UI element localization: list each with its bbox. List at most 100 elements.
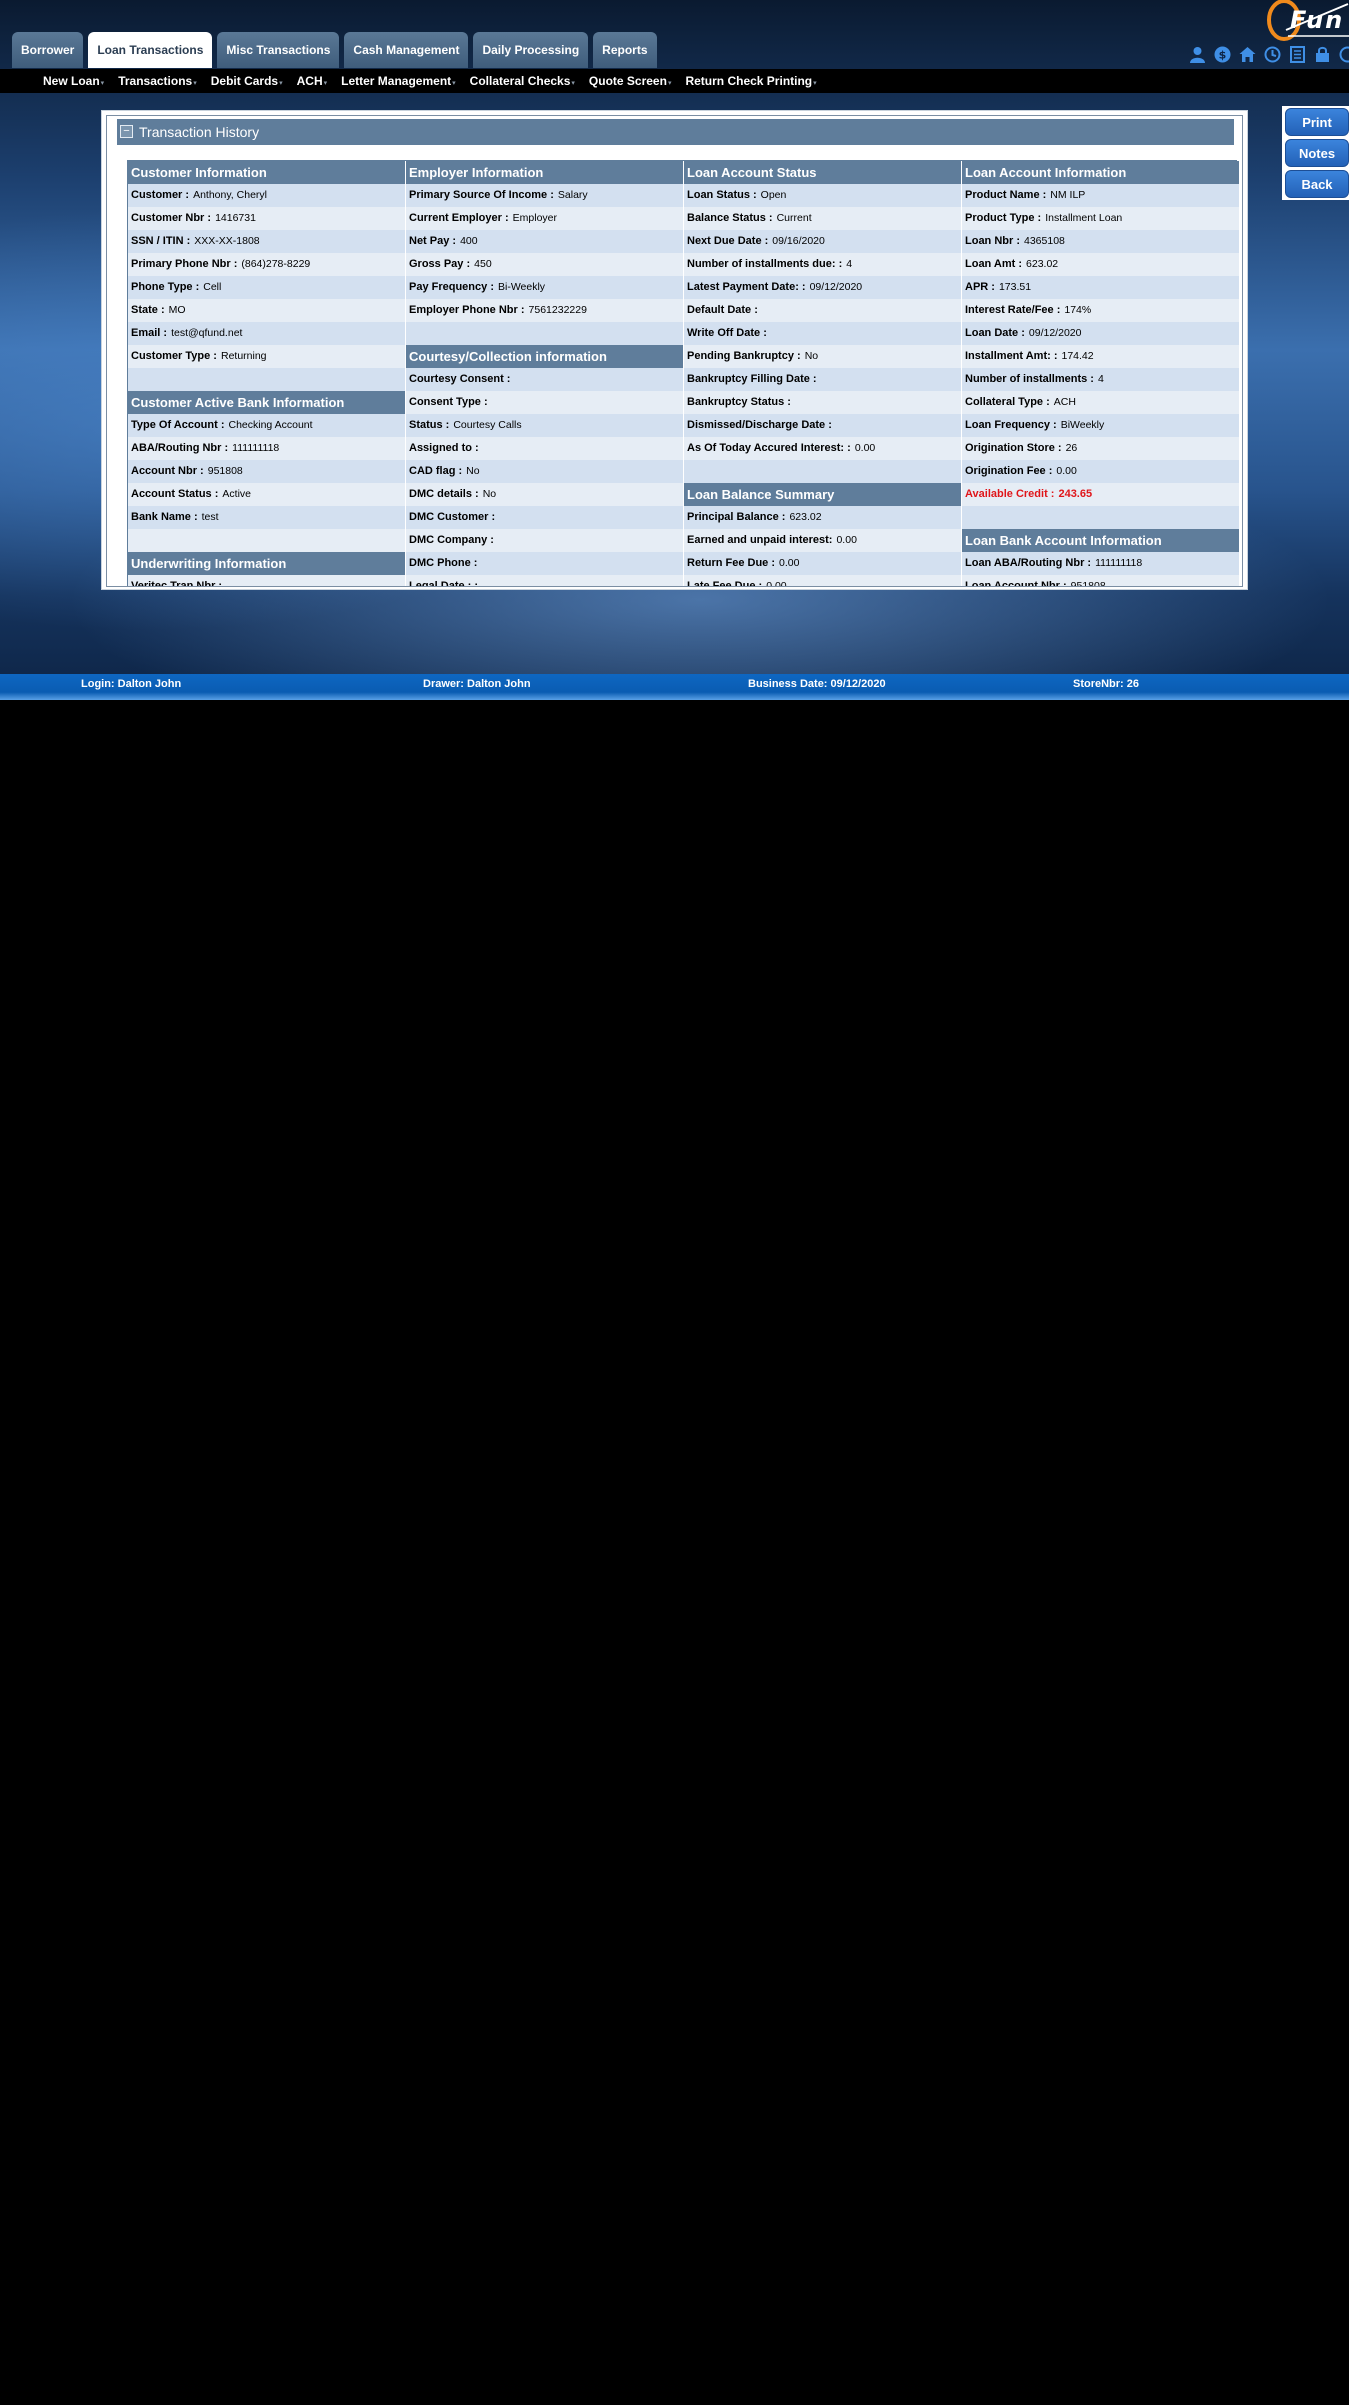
field-label: Account Status :	[131, 488, 219, 500]
field-value: test	[201, 511, 219, 523]
info-row: Loan Date :09/12/2020	[962, 322, 1239, 345]
field-value: XXX-XX-1808	[194, 235, 260, 247]
app-frame: Borrower Loan Transactions Misc Transact…	[0, 0, 1349, 700]
field-value: 174%	[1064, 304, 1092, 316]
svg-text:$: $	[1219, 49, 1227, 62]
collapse-icon[interactable]: −	[120, 125, 133, 138]
info-row: Loan Status : Open	[684, 184, 961, 207]
subnav-transactions[interactable]: Transactions	[118, 69, 197, 96]
status-login: Login: Dalton John	[81, 678, 182, 690]
info-row: Default Date :	[684, 299, 961, 322]
clock-icon[interactable]	[1264, 46, 1281, 63]
field-value: Open	[760, 189, 787, 201]
field-label: Origination Store :	[965, 442, 1062, 454]
section-heading: Customer Active Bank Information	[128, 391, 405, 414]
info-row: DMC Company :	[406, 529, 683, 552]
info-row: Bankruptcy Filling Date :	[684, 368, 961, 391]
field-value: Salary	[557, 189, 588, 201]
tab-reports[interactable]: Reports	[593, 32, 657, 68]
qfund-logo: Fun	[1258, 0, 1349, 44]
subnav-return-check-printing[interactable]: Return Check Printing	[685, 69, 816, 96]
tab-cash-management[interactable]: Cash Management	[344, 32, 469, 68]
info-row: Loan ABA/Routing Nbr :111111118	[962, 552, 1239, 575]
info-row: Current Employer : Employer	[406, 207, 683, 230]
field-label: Collateral Type :	[965, 396, 1050, 408]
status-drawer: Drawer: Dalton John	[423, 678, 531, 690]
info-row: APR :173.51	[962, 276, 1239, 299]
field-value: 4	[1097, 373, 1104, 385]
notes-button[interactable]: Notes	[1285, 139, 1349, 167]
field-label: CAD flag :	[409, 465, 463, 477]
field-value: Cell	[203, 281, 222, 293]
section-heading: Underwriting Information	[128, 552, 405, 575]
info-row: Installment Amt: :174.42	[962, 345, 1239, 368]
action-button-panel: Print Notes Back	[1282, 106, 1349, 200]
subnav-collateral-checks[interactable]: Collateral Checks	[470, 69, 575, 96]
main-tab-bar: Borrower Loan Transactions Misc Transact…	[12, 32, 657, 68]
info-row: Dismissed/Discharge Date :	[684, 414, 961, 437]
home-icon[interactable]	[1239, 46, 1256, 63]
subnav-letter-management[interactable]: Letter Management	[341, 69, 456, 96]
tab-borrower[interactable]: Borrower	[12, 32, 84, 68]
field-label: Earned and unpaid interest:	[687, 534, 833, 546]
status-bar: Login: Dalton John Drawer: Dalton John B…	[0, 674, 1349, 700]
field-value: 7561232229	[528, 304, 587, 316]
field-label: Return Fee Due :	[687, 557, 776, 569]
field-label: DMC Phone :	[409, 557, 478, 569]
field-value: 0.00	[779, 557, 800, 569]
user-icon[interactable]	[1189, 46, 1206, 63]
subnav-debit-cards[interactable]: Debit Cards	[211, 69, 283, 96]
info-column: Loan Account Status Loan Status : Open Bala…	[684, 161, 961, 586]
field-label: Bankruptcy Status :	[687, 396, 791, 408]
field-value: 173.51	[998, 281, 1032, 293]
field-label: State :	[131, 304, 165, 316]
back-button[interactable]: Back	[1285, 170, 1349, 198]
field-label: Veritec Tran Nbr :	[131, 580, 223, 587]
field-value: No	[804, 350, 819, 362]
subnav-quote-screen[interactable]: Quote Screen	[589, 69, 672, 96]
field-value: 400	[460, 235, 478, 247]
field-label: Principal Balance :	[687, 511, 786, 523]
content-panel-inner: − Transaction History Customer Informati…	[106, 115, 1243, 587]
field-value: test@qfund.net	[171, 327, 243, 339]
info-row: Customer Nbr :1416731	[128, 207, 405, 230]
info-row: Primary Phone Nbr : (864)278-8229	[128, 253, 405, 276]
subnav-new-loan[interactable]: New Loan	[43, 69, 104, 96]
field-value: Installment Loan	[1045, 212, 1123, 224]
help-icon[interactable]	[1339, 46, 1349, 63]
field-label: Loan Frequency :	[965, 419, 1057, 431]
info-row: SSN / ITIN : XXX-XX-1808	[128, 230, 405, 253]
info-row: Phone Type : Cell	[128, 276, 405, 299]
tab-loan-transactions[interactable]: Loan Transactions	[88, 32, 213, 68]
field-label: Loan Date :	[965, 327, 1025, 339]
field-label: Primary Phone Nbr :	[131, 258, 238, 270]
field-label: Balance Status :	[687, 212, 773, 224]
field-label: Pending Bankruptcy :	[687, 350, 801, 362]
info-row: Primary Source Of Income : Salary	[406, 184, 683, 207]
field-label: Bank Name :	[131, 511, 198, 523]
print-button[interactable]: Print	[1285, 108, 1349, 136]
field-value: Active	[222, 488, 251, 500]
tab-misc-transactions[interactable]: Misc Transactions	[217, 32, 340, 68]
tab-daily-processing[interactable]: Daily Processing	[473, 32, 589, 68]
calculator-icon[interactable]	[1289, 46, 1306, 63]
field-value: Checking Account	[228, 419, 313, 431]
status-business-date: Business Date: 09/12/2020	[748, 678, 886, 690]
field-label: Bankruptcy Filling Date :	[687, 373, 817, 385]
dollar-icon[interactable]: $	[1214, 46, 1231, 63]
field-label: SSN / ITIN :	[131, 235, 191, 247]
subnav-ach[interactable]: ACH	[297, 69, 328, 96]
info-row: Legal Date : :	[406, 575, 683, 586]
field-label: Pay Frequency :	[409, 281, 494, 293]
lock-icon[interactable]	[1314, 46, 1331, 63]
info-row: Late Fee Due :0.00	[684, 575, 961, 586]
field-value: NM ILP	[1050, 189, 1086, 201]
section-heading: Loan Balance Summary	[684, 483, 961, 506]
section-heading: Loan Account Status	[684, 161, 961, 184]
info-row: Origination Fee :0.00	[962, 460, 1239, 483]
field-label: Origination Fee :	[965, 465, 1053, 477]
info-row: Origination Store :26	[962, 437, 1239, 460]
field-label: As Of Today Accured Interest: :	[687, 442, 851, 454]
field-label: Number of installments :	[965, 373, 1094, 385]
field-value: MO	[168, 304, 186, 316]
